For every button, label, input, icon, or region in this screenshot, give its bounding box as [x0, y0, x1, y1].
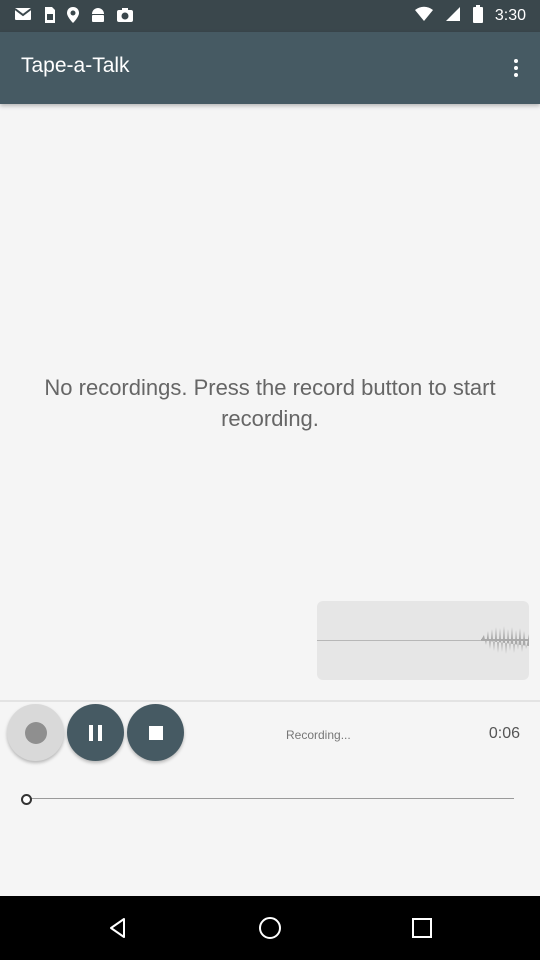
stop-icon [148, 725, 163, 740]
record-icon [24, 721, 47, 744]
android-icon [90, 6, 106, 29]
app-title: Tape-a-Talk [21, 54, 130, 77]
player-divider [0, 700, 540, 702]
recording-status: Recording... [286, 728, 351, 742]
gmail-icon [14, 6, 32, 29]
recents-icon[interactable] [410, 916, 434, 940]
waveform-baseline [317, 640, 487, 641]
home-icon[interactable] [258, 916, 282, 940]
empty-recordings-message: No recordings. Press the record button t… [44, 375, 496, 431]
location-icon [66, 6, 80, 29]
status-bar: 3:30 [0, 0, 540, 32]
pause-icon [89, 724, 102, 741]
system-status: 3:30 [414, 0, 526, 32]
pause-button[interactable] [67, 704, 124, 761]
sim-icon [42, 6, 56, 29]
more-vert-icon[interactable] [506, 52, 526, 84]
clock: 3:30 [494, 7, 526, 24]
navigation-bar [0, 896, 540, 960]
waveform-preview [317, 601, 529, 680]
camera-icon [116, 6, 134, 29]
stop-button[interactable] [127, 704, 184, 761]
signal-icon [445, 6, 461, 27]
waveform-icon [481, 626, 529, 654]
back-icon[interactable] [106, 916, 130, 940]
app-bar: Tape-a-Talk [0, 32, 540, 104]
wifi-icon [414, 6, 433, 27]
battery-icon [472, 4, 483, 28]
recording-timer: 0:06 [488, 725, 520, 742]
record-button[interactable] [7, 704, 64, 761]
notification-icons [14, 6, 134, 29]
progress-bar[interactable] [26, 798, 514, 799]
progress-thumb[interactable] [21, 794, 32, 805]
